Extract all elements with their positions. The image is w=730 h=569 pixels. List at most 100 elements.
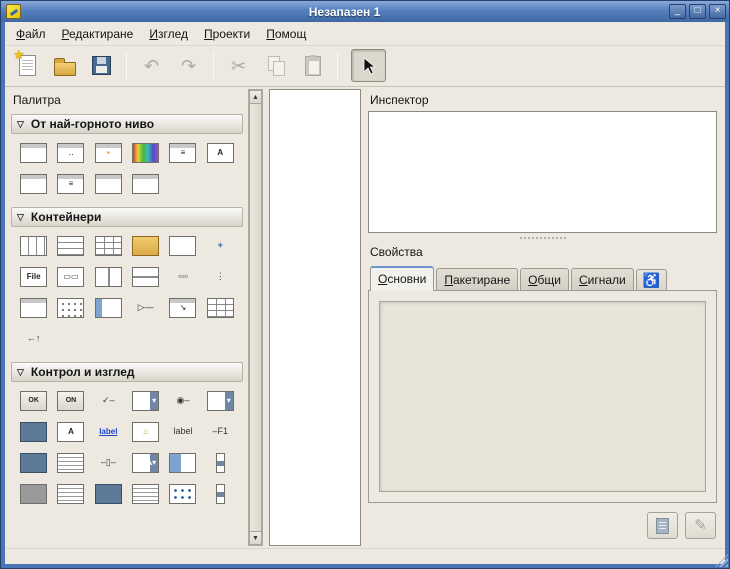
palette-item-file-chooser-button[interactable]: ⌂ (127, 421, 164, 442)
hscale-icon: –▯– (95, 453, 122, 473)
scroll-down-icon[interactable]: ▼ (249, 531, 262, 545)
minimize-button[interactable]: _ (669, 4, 686, 19)
vbox-icon (20, 236, 47, 256)
button-icon: OK (20, 391, 47, 411)
palette-panel: Палитра ▽От най-горното ниво‥▪≡A≡▽Контей… (5, 87, 245, 548)
spin-button-icon: ▴▾ (132, 453, 159, 473)
undo-button[interactable]: ↶ (134, 49, 169, 82)
palette-item-label[interactable]: label (164, 421, 201, 442)
text-view-icon (57, 453, 84, 473)
menu-view[interactable]: Изглед (142, 24, 195, 44)
palette-item-hbox[interactable] (52, 235, 89, 256)
tab-general[interactable]: Основни (370, 266, 434, 291)
palette-item-font-button[interactable]: A (52, 421, 89, 442)
cut-button[interactable]: ✂ (221, 49, 256, 82)
palette-item-vpaned[interactable] (90, 266, 127, 287)
palette-item-viewport[interactable]: ↘ (164, 297, 201, 318)
link-button-icon: label (95, 422, 122, 442)
palette-item-toggle-button[interactable]: ON (52, 390, 89, 411)
palette-item-color-selection-dialog[interactable] (127, 142, 164, 163)
palette-item-vscale[interactable] (202, 452, 239, 473)
menu-file[interactable]: Файл (9, 24, 53, 44)
palette-item-tree-view[interactable] (127, 483, 164, 504)
palette-item-menubar[interactable]: File (15, 266, 52, 287)
palette-item-hbuttonbox[interactable]: ▫▫▫ (164, 266, 201, 287)
tab-accessibility[interactable]: ♿ (636, 269, 667, 290)
palette-item-font-selection-dialog[interactable]: A (202, 142, 239, 163)
tab-signals[interactable]: Сигнали (571, 268, 634, 290)
palette-item-dialog[interactable]: ‥ (52, 142, 89, 163)
palette-item-expander[interactable]: ▷— (127, 297, 164, 318)
palette-item-hpaned[interactable] (127, 266, 164, 287)
palette-item-aspect-frame[interactable] (164, 235, 201, 256)
menu-projects[interactable]: Проекти (197, 24, 257, 44)
palette-item-frame[interactable] (127, 235, 164, 256)
palette-section-header[interactable]: ▽Контрол и изглед (11, 362, 243, 382)
notebook-icon (207, 298, 234, 318)
palette-item-window[interactable] (15, 142, 52, 163)
paste-button[interactable] (295, 49, 330, 82)
open-button[interactable] (47, 49, 82, 82)
palette-item-hscrollbar[interactable] (90, 483, 127, 504)
toolbar-icon: ▭▭ (57, 267, 84, 287)
menu-edit[interactable]: Редактиране (55, 24, 141, 44)
palette-item-combo-box-entry[interactable]: ▾ (127, 390, 164, 411)
vscrollbar-icon (216, 484, 225, 504)
palette-item-recent-chooser-dialog[interactable]: ≡ (52, 173, 89, 194)
tab-packing[interactable]: Пакетиране (436, 268, 518, 290)
tree-view-icon (132, 484, 159, 504)
palette-item-accel-label[interactable]: –F1 (202, 421, 239, 442)
edit-button[interactable]: ✎ (685, 512, 716, 539)
redo-button[interactable]: ↷ (171, 49, 206, 82)
palette-item-hscale[interactable]: –▯– (90, 452, 127, 473)
palette-item-progress-bar[interactable] (164, 452, 201, 473)
scroll-up-icon[interactable]: ▲ (249, 90, 262, 104)
palette-item-vbox[interactable] (15, 235, 52, 256)
palette-item-input-dialog[interactable] (15, 173, 52, 194)
palette-item-spin-button[interactable]: ▴▾ (127, 452, 164, 473)
inspector-view[interactable] (368, 111, 717, 233)
design-canvas[interactable] (269, 89, 361, 546)
new-button[interactable] (10, 49, 45, 82)
copy-button[interactable] (258, 49, 293, 82)
documentation-button[interactable] (647, 512, 678, 539)
palette-item-notebook[interactable] (202, 297, 239, 318)
fixed-icon: ←↑ (20, 329, 47, 349)
palette-item-link-button[interactable]: label (90, 421, 127, 442)
palette-item-toolbar[interactable]: ▭▭ (52, 266, 89, 287)
palette-item-table[interactable] (90, 235, 127, 256)
palette-item-check-button[interactable]: ✓– (90, 390, 127, 411)
palette-item-about-dialog[interactable] (90, 173, 127, 194)
palette-item-icon-view[interactable] (164, 483, 201, 504)
selector-button[interactable] (351, 49, 386, 82)
menu-help[interactable]: Помощ (259, 24, 313, 44)
palette-item-assistant[interactable] (127, 173, 164, 194)
save-button[interactable] (84, 49, 119, 82)
palette-item-fixed[interactable]: ←↑ (15, 328, 52, 349)
palette-section-header[interactable]: ▽Контейнери (11, 207, 243, 227)
palette-item-message-dialog[interactable]: ▪ (90, 142, 127, 163)
palette-item-vbuttonbox[interactable]: ⋮ (202, 266, 239, 287)
palette-item-alignment[interactable] (15, 297, 52, 318)
palette-item-calendar[interactable] (52, 483, 89, 504)
palette-item-vscrollbar[interactable] (202, 483, 239, 504)
close-button[interactable]: × (709, 4, 726, 19)
titlebar[interactable]: Незапазен 1 _ □ × (1, 1, 729, 22)
tab-common[interactable]: Общи (520, 268, 569, 290)
palette-item-file-chooser-dialog[interactable]: ≡ (164, 142, 201, 163)
maximize-button[interactable]: □ (689, 4, 706, 19)
palette-item-text-view[interactable] (52, 452, 89, 473)
palette-item-layout[interactable] (52, 297, 89, 318)
palette-item-button[interactable]: OK (15, 390, 52, 411)
palette-section-header[interactable]: ▽От най-горното ниво (11, 114, 243, 134)
palette-item-scrolled-window[interactable]: + (202, 235, 239, 256)
palette-item-combo-box[interactable]: ▾ (202, 390, 239, 411)
statusbar-icon (20, 484, 47, 504)
palette-item-image[interactable] (15, 452, 52, 473)
palette-item-entry[interactable] (15, 421, 52, 442)
palette-scrollbar[interactable]: ▲ ▼ (248, 89, 263, 546)
scrollbar-thumb[interactable] (249, 104, 262, 531)
palette-item-radio-button[interactable]: ◉– (164, 390, 201, 411)
palette-item-handlebox[interactable] (90, 297, 127, 318)
palette-item-statusbar[interactable] (15, 483, 52, 504)
